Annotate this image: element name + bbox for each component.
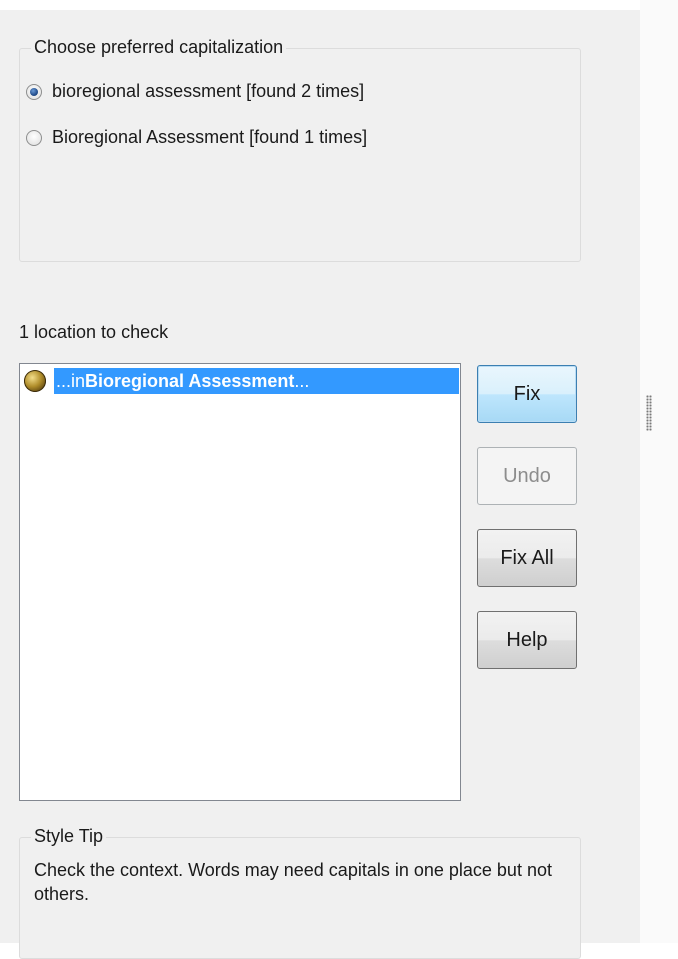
radio-selected-icon[interactable] [26,83,42,100]
undo-button[interactable]: Undo [477,447,577,505]
capitalization-option-label: Bioregional Assessment [found 1 times] [52,127,368,147]
radio-unselected-icon[interactable] [26,129,42,146]
capitalization-option-lowercase[interactable]: bioregional assessment [found 2 times] [26,81,364,102]
fix-all-button[interactable]: Fix All [477,529,577,587]
list-item-term: Bioregional Assessment [85,370,295,391]
fix-button[interactable]: Fix [477,365,577,423]
status-ball-icon [24,370,46,392]
capitalization-option-label: bioregional assessment [found 2 times] [52,81,365,101]
list-item-selection[interactable]: ...in Bioregional Assessment ... [54,368,459,394]
list-item[interactable]: ...in Bioregional Assessment ... [22,368,459,394]
list-item-suffix: ... [294,370,310,391]
right-edge [640,0,678,943]
locations-count-label: 1 location to check [19,322,169,342]
style-tip-title: Style Tip [31,826,107,847]
help-button[interactable]: Help [477,611,577,669]
list-item-prefix: ...in [56,370,86,391]
capitalization-group: Choose preferred capitalization bioregio… [19,37,581,262]
style-tip-text: Check the context. Words may need capita… [34,860,552,904]
capitalization-option-titlecase[interactable]: Bioregional Assessment [found 1 times] [26,127,367,148]
splitter-grip[interactable] [646,395,652,431]
capitalization-group-title: Choose preferred capitalization [31,37,287,58]
locations-listbox[interactable]: ...in Bioregional Assessment ... [19,363,461,801]
